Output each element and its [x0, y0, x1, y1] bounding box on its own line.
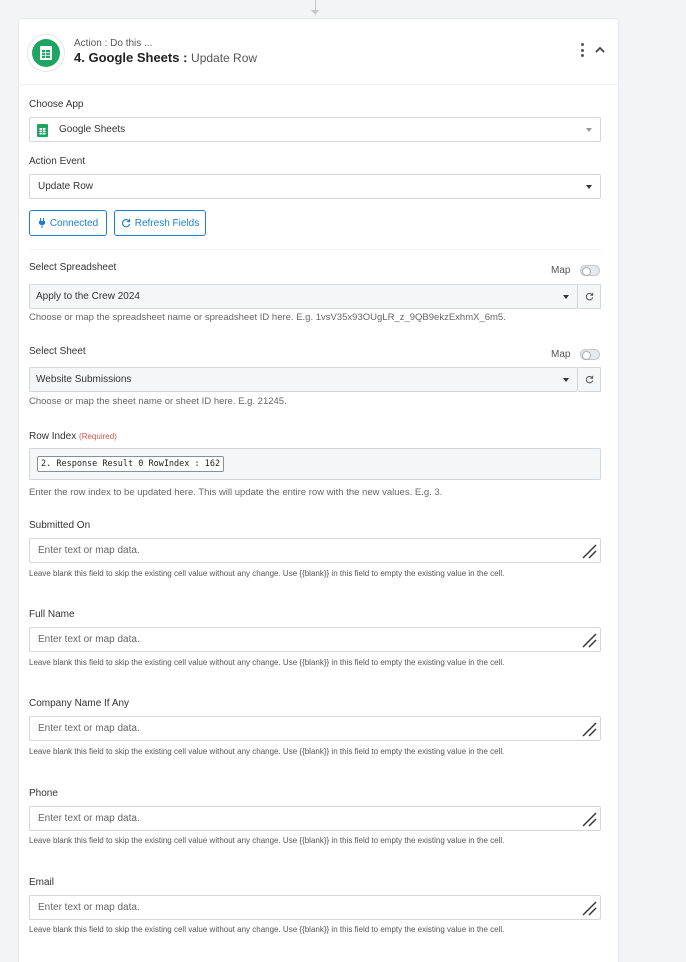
caret-down-icon — [563, 378, 569, 382]
connector-arrow-icon — [311, 10, 319, 15]
email-input[interactable]: Enter text or map data. — [29, 895, 601, 920]
app-logo — [27, 34, 65, 72]
expand-textarea-icon[interactable] — [581, 721, 598, 738]
sheet-map-toggle[interactable] — [580, 349, 600, 360]
step-header[interactable]: Action : Do this ... 4. Google Sheets : … — [19, 19, 618, 85]
kebab-menu-icon[interactable] — [579, 43, 585, 57]
divider — [29, 249, 601, 250]
company-name-input[interactable]: Enter text or map data. — [29, 716, 601, 741]
connected-button[interactable]: Connected — [29, 210, 107, 236]
caret-down-icon — [563, 295, 569, 299]
spreadsheet-select[interactable]: Apply to the Crew 2024 — [29, 284, 578, 309]
sheet-value: Website Submissions — [36, 374, 132, 385]
google-sheets-icon — [37, 124, 48, 137]
caret-down-icon — [586, 128, 592, 132]
action-step-card: Action : Do this ... 4. Google Sheets : … — [18, 18, 619, 962]
step-kicker: Action : Do this ... — [74, 38, 153, 49]
spreadsheet-map-toggle[interactable] — [580, 265, 600, 276]
submitted-on-input[interactable]: Enter text or map data. — [29, 538, 601, 563]
spreadsheet-refresh-button[interactable] — [578, 284, 601, 309]
expand-textarea-icon[interactable] — [581, 900, 598, 917]
field-label-submitted-on: Submitted On — [29, 520, 91, 531]
sheet-map-label: Map — [551, 349, 571, 360]
submitted-on-placeholder: Enter text or map data. — [38, 545, 140, 556]
row-index-label-text: Row Index — [29, 431, 77, 442]
full-name-help: Leave blank this field to skip the exist… — [29, 658, 505, 667]
full-name-placeholder: Enter text or map data. — [38, 634, 140, 645]
sheet-help: Choose or map the sheet name or sheet ID… — [29, 396, 287, 407]
row-index-mapped-chip[interactable]: 2. Response Result 0 RowIndex : 162 — [37, 456, 225, 472]
phone-input[interactable]: Enter text or map data. — [29, 806, 601, 831]
sheet-select[interactable]: Website Submissions — [29, 367, 578, 392]
expand-textarea-icon[interactable] — [581, 543, 598, 560]
action-event-label: Action Event — [29, 156, 86, 167]
email-placeholder: Enter text or map data. — [38, 902, 140, 913]
choose-app-value: Google Sheets — [59, 124, 126, 135]
field-label-full-name: Full Name — [29, 609, 75, 620]
refresh-fields-button[interactable]: Refresh Fields — [114, 210, 206, 236]
step-title-sub: Update Row — [191, 51, 258, 65]
sheet-label: Select Sheet — [29, 346, 86, 357]
company-name-help: Leave blank this field to skip the exist… — [29, 747, 505, 756]
sheet-refresh-button[interactable] — [578, 367, 601, 392]
step-title: 4. Google Sheets : Update Row — [74, 50, 257, 65]
expand-textarea-icon[interactable] — [581, 632, 598, 649]
spreadsheet-help: Choose or map the spreadsheet name or sp… — [29, 312, 506, 323]
caret-down-icon — [586, 185, 592, 189]
refresh-icon — [585, 292, 593, 301]
choose-app-label: Choose App — [29, 99, 84, 110]
connected-label: Connected — [49, 217, 99, 229]
refresh-fields-label: Refresh Fields — [134, 217, 200, 229]
spreadsheet-map-label: Map — [551, 265, 571, 276]
row-index-help: Enter the row index to be updated here. … — [29, 487, 443, 498]
refresh-icon — [585, 375, 593, 384]
refresh-icon — [121, 218, 130, 228]
company-name-placeholder: Enter text or map data. — [38, 723, 140, 734]
step-title-main: 4. Google Sheets : — [74, 50, 192, 65]
row-index-field[interactable]: 2. Response Result 0 RowIndex : 162 — [29, 448, 601, 480]
full-name-input[interactable]: Enter text or map data. — [29, 627, 601, 652]
email-help: Leave blank this field to skip the exist… — [29, 925, 505, 934]
google-sheets-icon — [32, 39, 60, 67]
spreadsheet-value: Apply to the Crew 2024 — [36, 291, 140, 302]
choose-app-select[interactable]: Google Sheets — [29, 117, 601, 142]
expand-textarea-icon[interactable] — [581, 811, 598, 828]
phone-placeholder: Enter text or map data. — [38, 813, 140, 824]
field-label-phone: Phone — [29, 788, 58, 799]
field-label-company-name: Company Name If Any — [29, 698, 130, 709]
field-label-email: Email — [29, 877, 55, 888]
row-index-label: Row Index (Required) — [29, 431, 117, 442]
phone-help: Leave blank this field to skip the exist… — [29, 836, 505, 845]
required-marker: (Required) — [79, 432, 117, 441]
spreadsheet-label: Select Spreadsheet — [29, 262, 117, 273]
chevron-up-icon[interactable] — [593, 44, 607, 56]
action-event-select[interactable]: Update Row — [29, 174, 601, 199]
submitted-on-help: Leave blank this field to skip the exist… — [29, 569, 505, 578]
plug-icon — [38, 218, 45, 228]
action-event-value: Update Row — [38, 181, 94, 192]
